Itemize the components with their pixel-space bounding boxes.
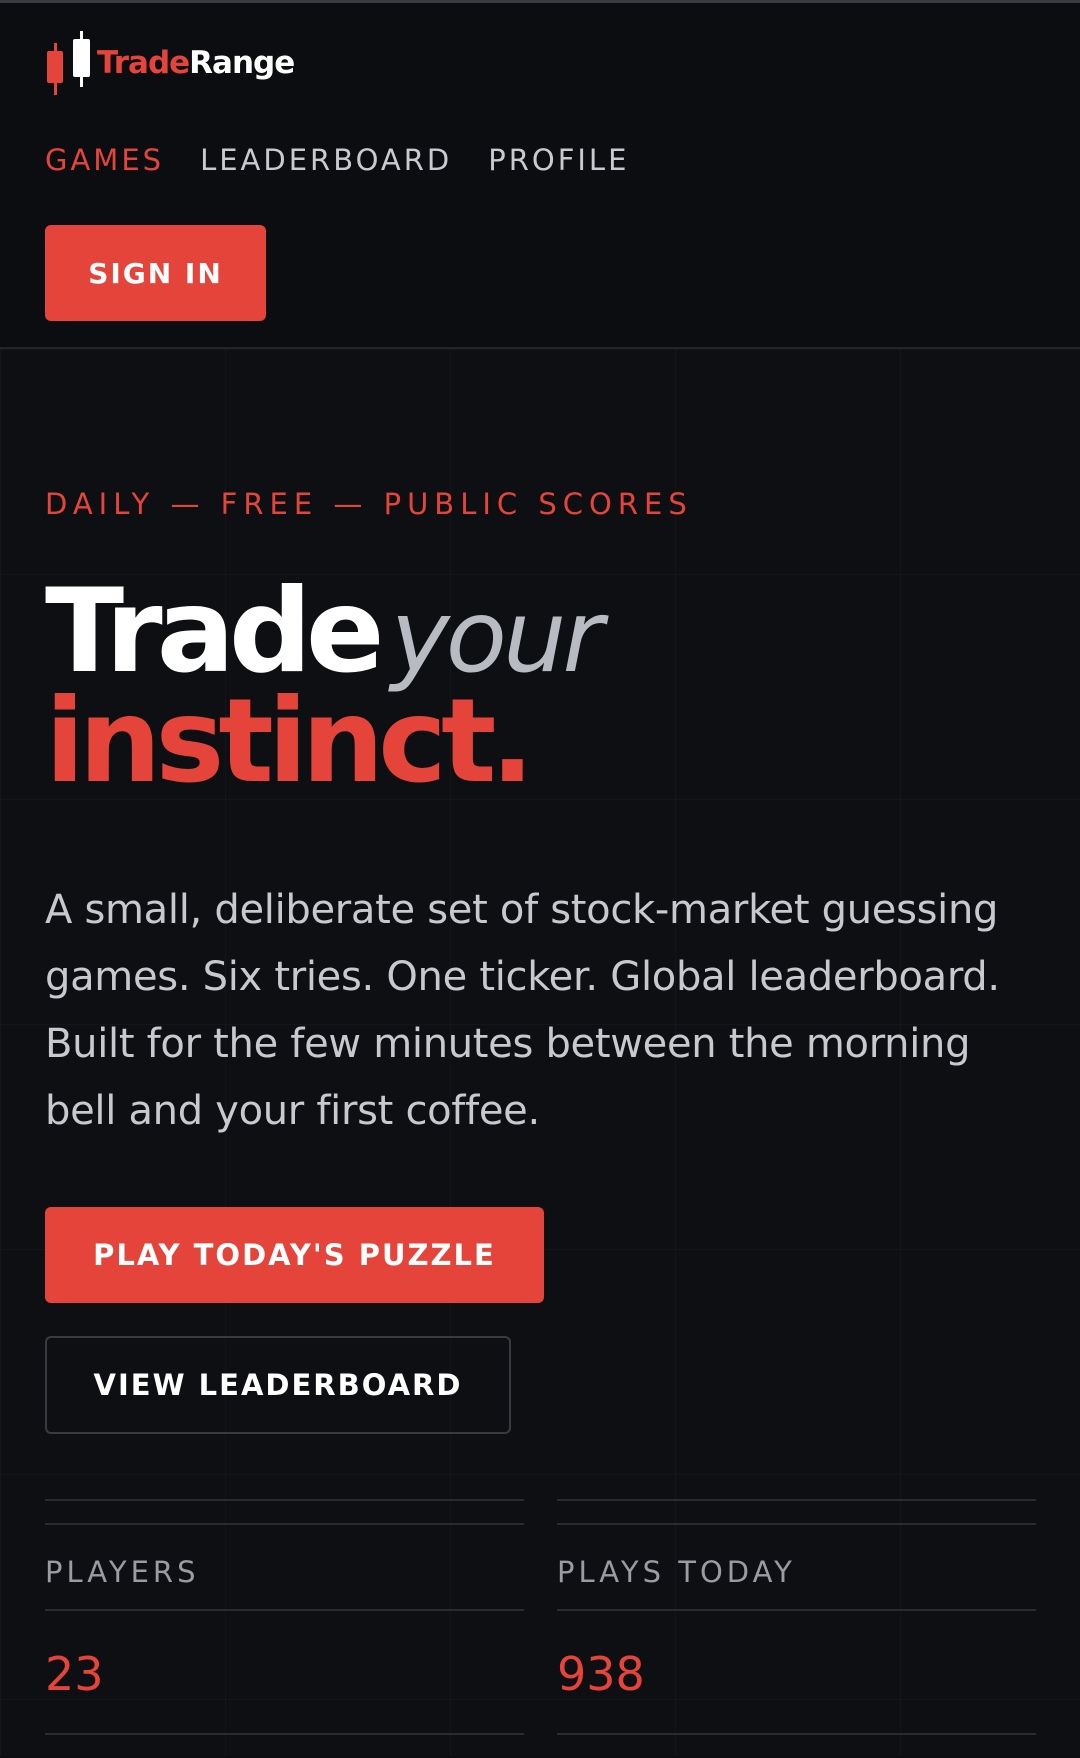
hero-description: A small, deliberate set of stock-market … bbox=[45, 887, 1000, 1134]
play-todays-puzzle-button[interactable]: PLAY TODAY'S PUZZLE bbox=[45, 1207, 544, 1303]
hero-section: DAILY — FREE — PUBLIC SCORES Trade your … bbox=[0, 349, 1080, 1756]
stat-plays-today: PLAYS TODAY 938 bbox=[557, 1499, 1036, 1735]
headline-word-trade: Trade bbox=[45, 564, 385, 699]
site-header: TradeRange GAMES LEADERBOARD PROFILE SIG… bbox=[0, 3, 1080, 349]
nav-item-leaderboard[interactable]: LEADERBOARD bbox=[200, 143, 452, 177]
hero-headline: Trade your instinct. bbox=[45, 564, 604, 809]
main-nav: GAMES LEADERBOARD PROFILE bbox=[45, 143, 629, 177]
stat-label: PLAYS TODAY bbox=[557, 1555, 796, 1589]
candlestick-logo-icon bbox=[45, 31, 95, 101]
sign-in-button[interactable]: SIGN IN bbox=[45, 225, 266, 321]
brand-name-part1: Trade bbox=[97, 45, 190, 81]
hero-eyebrow: DAILY — FREE — PUBLIC SCORES bbox=[45, 487, 693, 521]
nav-item-profile[interactable]: PROFILE bbox=[488, 143, 629, 177]
headline-word-your: your bbox=[390, 578, 604, 695]
headline-word-instinct: instinct. bbox=[45, 674, 534, 809]
stat-value: 938 bbox=[557, 1647, 645, 1701]
brand-name-part2: Range bbox=[189, 45, 295, 81]
stat-label: PLAYERS bbox=[45, 1555, 200, 1589]
stat-players: PLAYERS 23 bbox=[45, 1499, 524, 1735]
stat-value: 23 bbox=[45, 1647, 104, 1701]
brand-logo[interactable]: TradeRange bbox=[45, 31, 295, 101]
brand-name: TradeRange bbox=[97, 45, 295, 81]
nav-item-games[interactable]: GAMES bbox=[45, 143, 164, 177]
view-leaderboard-button[interactable]: VIEW LEADERBOARD bbox=[45, 1336, 511, 1434]
